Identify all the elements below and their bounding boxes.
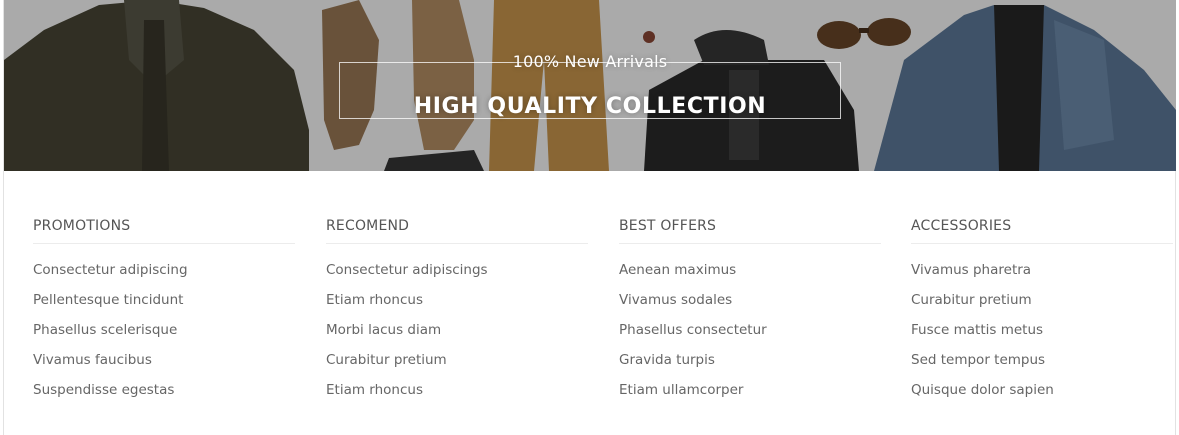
menu-column-promotions: PROMOTIONS Consectetur adipiscing Pellen… <box>33 218 295 410</box>
menu-link[interactable]: Gravida turpis <box>619 350 881 380</box>
menu-link[interactable]: Vivamus pharetra <box>911 260 1173 290</box>
menu-link[interactable]: Aenean maximus <box>619 260 881 290</box>
menu-link[interactable]: Etiam ullamcorper <box>619 380 881 410</box>
menu-link[interactable]: Curabitur pretium <box>326 350 588 380</box>
link-list: Consectetur adipiscing Pellentesque tinc… <box>33 260 295 410</box>
banner-kicker-text: 100% New Arrivals <box>512 52 668 71</box>
column-heading: ACCESSORIES <box>911 218 1173 244</box>
menu-link[interactable]: Consectetur adipiscing <box>33 260 295 290</box>
menu-link[interactable]: Curabitur pretium <box>911 290 1173 320</box>
column-heading: RECOMEND <box>326 218 588 244</box>
column-heading: BEST OFFERS <box>619 218 881 244</box>
menu-link[interactable]: Vivamus faucibus <box>33 350 295 380</box>
menu-link[interactable]: Consectetur adipiscings <box>326 260 588 290</box>
banner-title: HIGH QUALITY COLLECTION <box>413 94 767 119</box>
menu-link[interactable]: Quisque dolor sapien <box>911 380 1173 410</box>
link-list: Aenean maximus Vivamus sodales Phasellus… <box>619 260 881 410</box>
menu-link[interactable]: Morbi lacus diam <box>326 320 588 350</box>
menu-link[interactable]: Etiam rhoncus <box>326 380 588 410</box>
menu-column-accessories: ACCESSORIES Vivamus pharetra Curabitur p… <box>911 218 1173 410</box>
menu-link[interactable]: Etiam rhoncus <box>326 290 588 320</box>
menu-link[interactable]: Sed tempor tempus <box>911 350 1173 380</box>
menu-column-best-offers: BEST OFFERS Aenean maximus Vivamus sodal… <box>619 218 881 410</box>
collection-banner[interactable]: 100% New Arrivals HIGH QUALITY COLLECTIO… <box>4 0 1176 171</box>
menu-link[interactable]: Pellentesque tincidunt <box>33 290 295 320</box>
menu-column-recomend: RECOMEND Consectetur adipiscings Etiam r… <box>326 218 588 410</box>
menu-link[interactable]: Phasellus scelerisque <box>33 320 295 350</box>
menu-link[interactable]: Vivamus sodales <box>619 290 881 320</box>
link-list: Vivamus pharetra Curabitur pretium Fusce… <box>911 260 1173 410</box>
column-heading: PROMOTIONS <box>33 218 295 244</box>
menu-link[interactable]: Suspendisse egestas <box>33 380 295 410</box>
menu-link[interactable]: Fusce mattis metus <box>911 320 1173 350</box>
menu-link[interactable]: Phasellus consectetur <box>619 320 881 350</box>
banner-kicker: 100% New Arrivals <box>4 52 1176 72</box>
link-list: Consectetur adipiscings Etiam rhoncus Mo… <box>326 260 588 410</box>
